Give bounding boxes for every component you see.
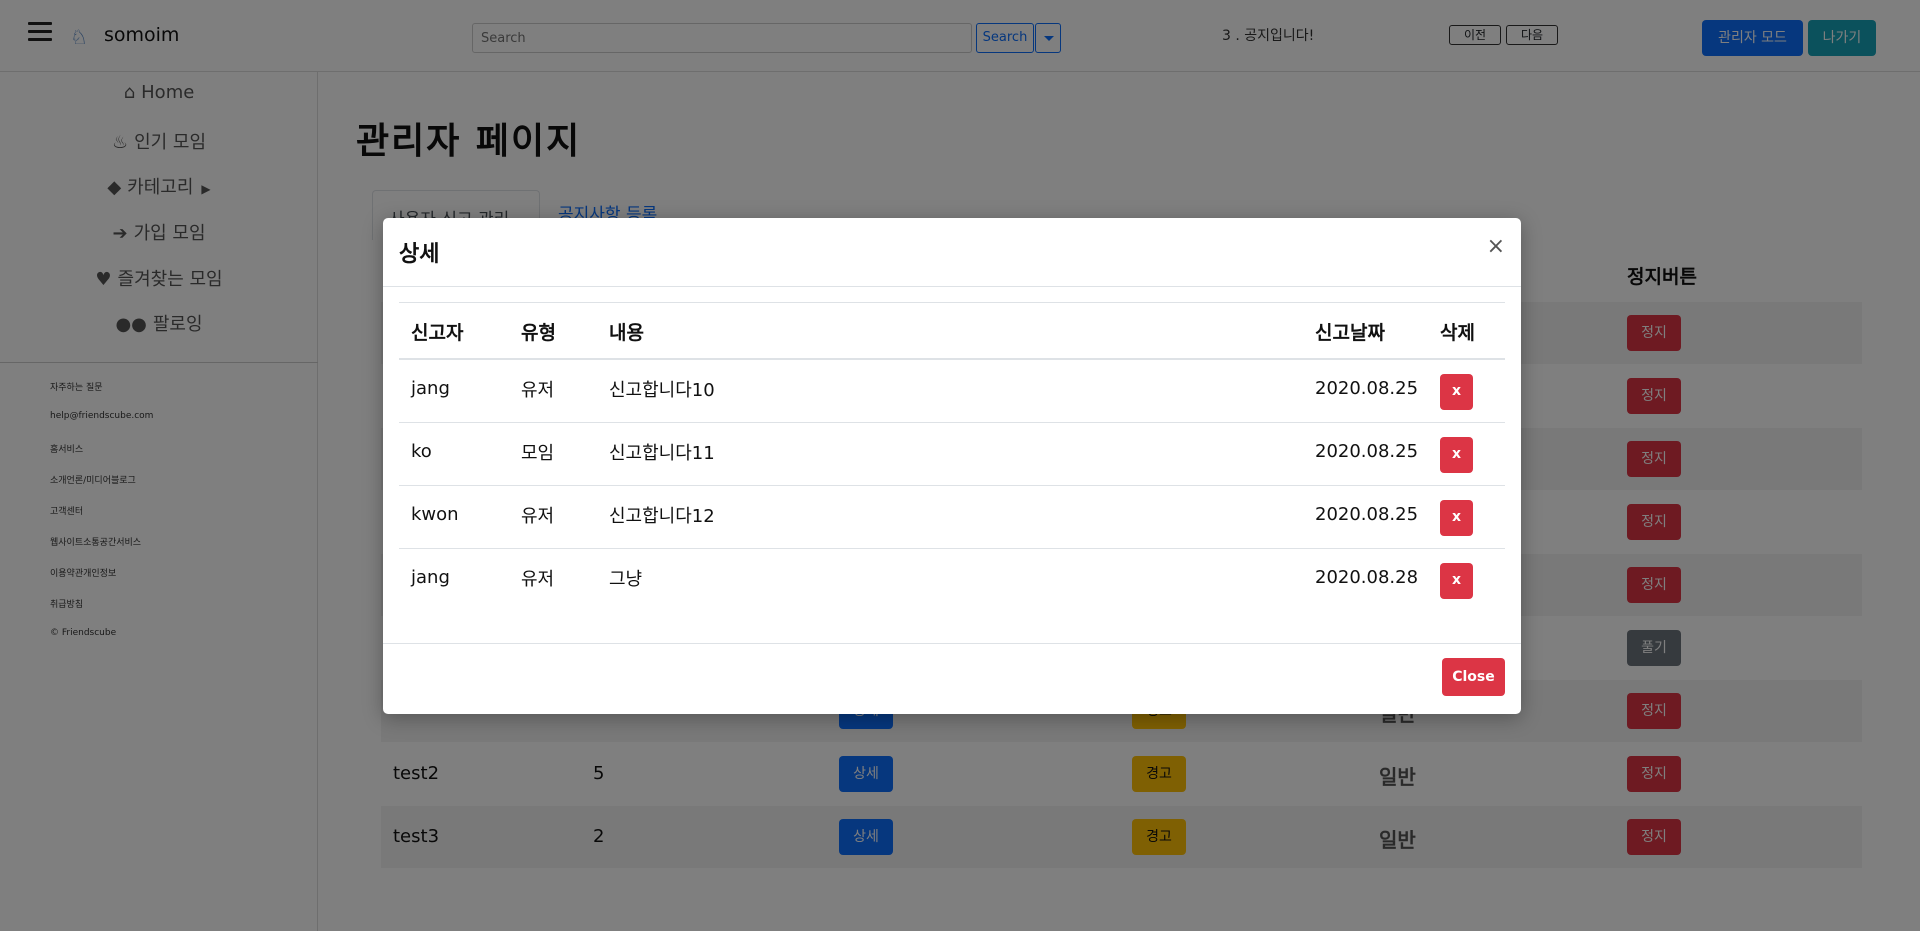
reporter-cell: kwon (411, 504, 459, 525)
modal-title: 상세 (399, 242, 440, 267)
close-icon[interactable]: × (1487, 234, 1505, 259)
content-cell: 그냥 (609, 569, 643, 590)
date-cell: 2020.08.25 (1315, 378, 1419, 399)
table-row: jang 유저 신고합니다10 2020.08.25 x (399, 360, 1505, 423)
table-row: kwon 유저 신고합니다12 2020.08.25 x (399, 486, 1505, 549)
reporter-cell: jang (411, 378, 450, 399)
column-header-reporter: 신고자 (411, 322, 464, 344)
column-header-content: 내용 (609, 322, 644, 344)
type-cell: 모임 (521, 443, 555, 464)
date-cell: 2020.08.25 (1315, 441, 1419, 462)
content-cell: 신고합니다10 (609, 380, 715, 401)
content-cell: 신고합니다11 (609, 443, 715, 464)
date-cell: 2020.08.28 (1315, 567, 1419, 588)
table-top-border (399, 302, 1505, 303)
detail-modal: 상세 × 신고자 유형 내용 신고날짜 삭제 jang 유저 신고합니다10 2020… (383, 218, 1521, 714)
type-cell: 유저 (521, 380, 555, 401)
delete-button[interactable]: x (1440, 563, 1473, 599)
reporter-cell: jang (411, 567, 450, 588)
delete-button[interactable]: x (1440, 374, 1473, 410)
modal-footer-divider (383, 643, 1521, 644)
type-cell: 유저 (521, 506, 555, 527)
column-header-type: 유형 (521, 322, 556, 344)
delete-button[interactable]: x (1440, 500, 1473, 536)
type-cell: 유저 (521, 569, 555, 590)
close-button[interactable]: Close (1442, 658, 1505, 696)
content-cell: 신고합니다12 (609, 506, 715, 527)
date-cell: 2020.08.25 (1315, 504, 1419, 525)
table-row: ko 모임 신고합니다11 2020.08.25 x (399, 423, 1505, 486)
modal-header-divider (383, 286, 1521, 287)
column-header-date: 신고날짜 (1315, 322, 1385, 344)
delete-button[interactable]: x (1440, 437, 1473, 473)
reporter-cell: ko (411, 441, 432, 462)
column-header-delete: 삭제 (1440, 322, 1475, 344)
table-row: jang 유저 그냥 2020.08.28 x (399, 549, 1505, 612)
